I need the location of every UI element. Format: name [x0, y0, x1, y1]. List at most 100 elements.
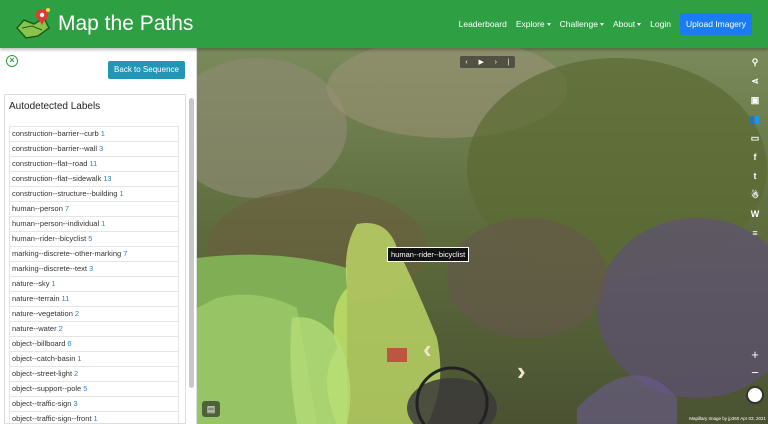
nav-about-label: About — [612, 19, 636, 29]
label-name: construction--structure--building — [12, 189, 118, 198]
label-row[interactable]: object--support--pole 5 — [9, 381, 179, 396]
label-name: marking--discrete--text — [12, 264, 88, 273]
label-row[interactable]: human--person 7 — [9, 201, 179, 216]
sequence-player: ‹ ▶ › | — [460, 56, 515, 68]
compass-icon[interactable] — [746, 386, 764, 404]
label-row[interactable]: human--rider--bicyclist 5 — [9, 231, 179, 246]
label-name: construction--barrier--curb — [12, 129, 99, 138]
nav-challenge-label: Challenge — [559, 19, 598, 29]
map-pin-logo-icon — [14, 6, 52, 42]
upload-imagery-button[interactable]: Upload Imagery — [679, 13, 752, 35]
label-row[interactable]: object--catch-basin 1 — [9, 351, 179, 366]
label-count: 3 — [73, 399, 78, 408]
label-name: construction--barrier--wall — [12, 144, 98, 153]
facebook-icon[interactable]: f — [749, 151, 761, 163]
layers-icon[interactable]: ≡ — [749, 227, 761, 239]
next-icon[interactable]: › — [495, 59, 497, 66]
label-row[interactable]: construction--barrier--curb 1 — [9, 126, 179, 141]
street-view-viewer[interactable]: ‹ ▶ › | human--rider--bicyclist ‹ › ⚲ ⋖ … — [197, 48, 768, 424]
label-row[interactable]: construction--barrier--wall 3 — [9, 141, 179, 156]
play-icon[interactable]: ▶ — [478, 58, 483, 66]
label-count: 3 — [99, 144, 104, 153]
nav-leaderboard[interactable]: Leaderboard — [459, 19, 507, 29]
label-count: 1 — [100, 129, 105, 138]
wikipedia-icon[interactable]: W — [749, 208, 761, 220]
label-count: 2 — [74, 309, 80, 318]
stop-icon[interactable]: | — [508, 59, 510, 66]
label-name: object--street-light — [12, 369, 73, 378]
top-navbar: Map the Paths Leaderboard Explore Challe… — [0, 0, 768, 48]
map-toggle-icon[interactable]: ▤ — [202, 401, 220, 417]
label-row[interactable]: construction--structure--building 1 — [9, 186, 179, 201]
nav-explore-dropdown[interactable]: Explore — [516, 19, 551, 29]
label-count: 5 — [83, 384, 88, 393]
label-row[interactable]: human--person--individual 1 — [9, 216, 179, 231]
label-row[interactable]: construction--flat--sidewalk 13 — [9, 171, 179, 186]
nav-login[interactable]: Login — [650, 19, 671, 29]
caret-down-icon — [546, 23, 551, 27]
segmentation-tooltip: human--rider--bicyclist — [387, 247, 470, 262]
nav-about-dropdown[interactable]: About — [612, 19, 642, 29]
label-name: human--person — [12, 204, 63, 213]
nav-explore-label: Explore — [515, 19, 545, 29]
label-row[interactable]: nature--terrain 11 — [9, 291, 179, 306]
autodetected-labels-panel: Autodetected Labels construction--barrie… — [4, 94, 186, 424]
label-name: human--person--individual — [12, 219, 100, 228]
label-row[interactable]: object--traffic-sign 3 — [9, 396, 179, 411]
label-name: object--billboard — [12, 339, 66, 348]
users-icon[interactable]: 👥 — [749, 113, 761, 125]
brand[interactable]: Map the Paths — [14, 6, 193, 42]
zoom-out-button[interactable]: − — [748, 366, 762, 380]
share-icon[interactable]: ⋖ — [749, 75, 761, 87]
sidebar-scrollbar[interactable] — [189, 98, 194, 388]
label-row[interactable]: nature--vegetation 2 — [9, 306, 179, 321]
labels-title: Autodetected Labels — [9, 101, 101, 112]
label-name: marking--discrete--other-marking — [12, 249, 122, 258]
label-row[interactable]: marking--discrete--other-marking 7 — [9, 246, 179, 261]
zoom-in-button[interactable]: + — [748, 348, 762, 362]
label-count: 2 — [74, 369, 79, 378]
prev-icon[interactable]: ‹ — [465, 59, 467, 66]
label-count: 11 — [89, 159, 98, 168]
label-name: object--catch-basin — [12, 354, 76, 363]
label-name: object--traffic-sign--front — [12, 414, 92, 423]
image-attribution: Mapillary Image by jp360 Apr 03, 2021 — [689, 416, 766, 421]
label-row[interactable]: nature--sky 1 — [9, 276, 179, 291]
label-row[interactable]: marking--discrete--text 3 — [9, 261, 179, 276]
label-row[interactable]: object--billboard 6 — [9, 336, 179, 351]
label-count: 1 — [119, 189, 124, 198]
vr-icon[interactable]: ▭ — [749, 132, 761, 144]
binoculars-icon[interactable]: ⚲ — [749, 56, 761, 68]
label-count: 1 — [77, 354, 82, 363]
label-count: 13 — [103, 174, 112, 183]
label-name: construction--flat--sidewalk — [12, 174, 102, 183]
viewer-toolbar: ⚲ ⋖ ▣ 👥 ▭ f t ☃ W ≡ — [748, 56, 762, 246]
label-name: nature--sky — [12, 279, 50, 288]
label-count: 7 — [123, 249, 128, 258]
label-count: 7 — [64, 204, 70, 213]
label-count: 3 — [89, 264, 94, 273]
caret-down-icon — [637, 23, 642, 27]
label-name: object--support--pole — [12, 384, 82, 393]
label-count: 11 — [61, 294, 70, 303]
back-to-sequence-button[interactable]: Back to Sequence — [108, 61, 185, 79]
label-list: construction--barrier--curb 1 construction… — [5, 126, 185, 423]
label-count: 6 — [67, 339, 72, 348]
nav-arrow-back-icon[interactable]: ‹ — [423, 334, 432, 365]
label-row[interactable]: object--street-light 2 — [9, 366, 179, 381]
nav-challenge-dropdown[interactable]: Challenge — [560, 19, 604, 29]
street-image — [197, 48, 768, 424]
caret-down-icon — [599, 23, 604, 27]
label-count: 1 — [101, 219, 106, 228]
image-frame-icon[interactable]: ▣ — [749, 94, 761, 106]
twitter-icon[interactable]: t — [749, 170, 761, 182]
label-row[interactable]: object--traffic-sign--front 1 — [9, 411, 179, 423]
close-icon[interactable]: × — [6, 55, 18, 67]
label-row[interactable]: nature--water 2 — [9, 321, 179, 336]
label-name: construction--flat--road — [12, 159, 88, 168]
nav-links: Leaderboard Explore Challenge About Logi… — [450, 13, 752, 35]
person-icon[interactable]: ☃ — [749, 189, 761, 201]
label-row[interactable]: construction--flat--road 11 — [9, 156, 179, 171]
nav-arrow-forward-icon[interactable]: › — [517, 356, 526, 387]
label-count: 2 — [58, 324, 63, 333]
